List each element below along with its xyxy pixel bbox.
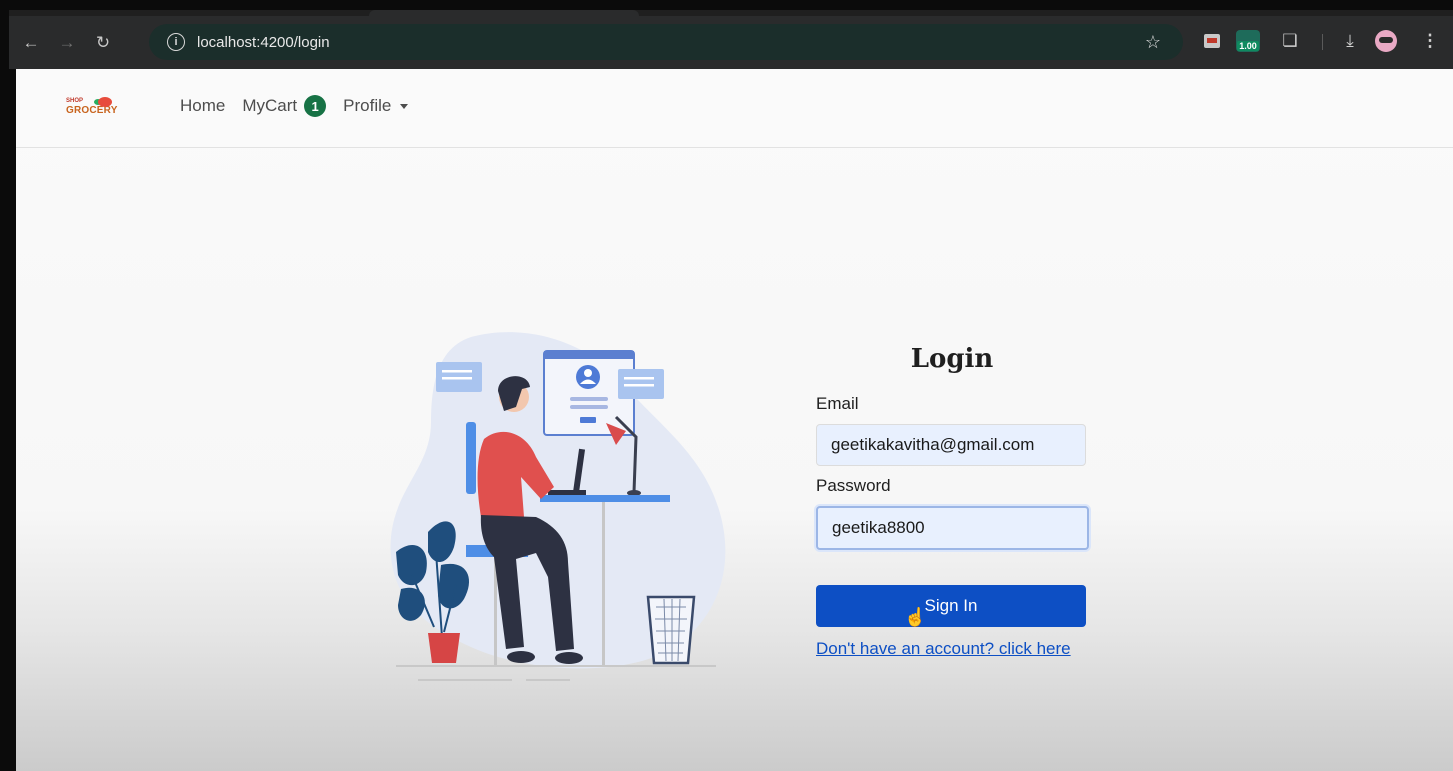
cart-count-badge: 1 — [304, 95, 327, 117]
arrow-right-icon[interactable]: → — [53, 29, 81, 57]
reload-icon[interactable]: ↻ — [89, 29, 117, 57]
page: SHOP GROCERY Home MyCart 1 Profile Login… — [16, 69, 1453, 771]
nav-mycart-link[interactable]: MyCart 1 — [242, 95, 327, 117]
login-form: Login Email Password Sign In ☝ Don't hav… — [816, 344, 1089, 659]
zoom-badge: 1.00 — [1237, 41, 1259, 51]
sign-in-button[interactable]: Sign In ☝ — [816, 585, 1086, 627]
extension-red-icon[interactable] — [1199, 28, 1225, 54]
chair-back — [466, 422, 476, 494]
caret-down-icon — [400, 104, 409, 110]
browser-toolbar: ← → ↻ i localhost:4200/login ☆ 1.00 ❏ ⤓ … — [9, 16, 1453, 69]
password-input[interactable] — [816, 506, 1089, 550]
floor-line — [396, 665, 716, 667]
nav-home-link[interactable]: Home — [180, 96, 225, 116]
site-navbar: SHOP GROCERY Home MyCart 1 Profile — [16, 69, 1453, 148]
puzzle-icon[interactable]: ❏ — [1277, 28, 1303, 54]
login-title: Login — [910, 344, 994, 374]
desk — [540, 495, 670, 502]
plant-pot — [428, 633, 460, 663]
register-link[interactable]: Don't have an account? click here — [816, 639, 1088, 659]
info-icon[interactable]: i — [167, 33, 185, 51]
email-label: Email — [816, 394, 859, 413]
nav-links: Home MyCart 1 Profile — [180, 95, 409, 117]
extension-zoom-icon[interactable]: 1.00 — [1235, 28, 1261, 54]
email-input[interactable] — [816, 424, 1086, 466]
grocery-logo[interactable]: SHOP GROCERY — [66, 97, 118, 121]
star-icon[interactable]: ☆ — [1145, 32, 1161, 53]
sign-in-label: Sign In — [924, 596, 978, 615]
nav-profile-label: Profile — [343, 96, 392, 115]
download-icon[interactable]: ⤓ — [1337, 28, 1363, 54]
nav-mycart-label: MyCart — [242, 96, 298, 115]
browser-chrome: ← → ↻ i localhost:4200/login ☆ 1.00 ❏ ⤓ … — [9, 10, 1453, 69]
arrow-left-icon[interactable]: ← — [17, 29, 45, 57]
profile-avatar-icon[interactable] — [1373, 28, 1399, 54]
login-illustration — [390, 332, 726, 681]
address-bar[interactable]: i localhost:4200/login ☆ — [149, 24, 1183, 60]
kebab-menu-icon[interactable]: ⋮ — [1417, 28, 1443, 54]
toolbar-divider — [1322, 34, 1323, 50]
url-text[interactable]: localhost:4200/login — [197, 34, 330, 51]
hand-cursor-icon: ☝ — [904, 607, 927, 627]
nav-profile-dropdown[interactable]: Profile — [343, 96, 409, 116]
password-label: Password — [816, 476, 891, 495]
